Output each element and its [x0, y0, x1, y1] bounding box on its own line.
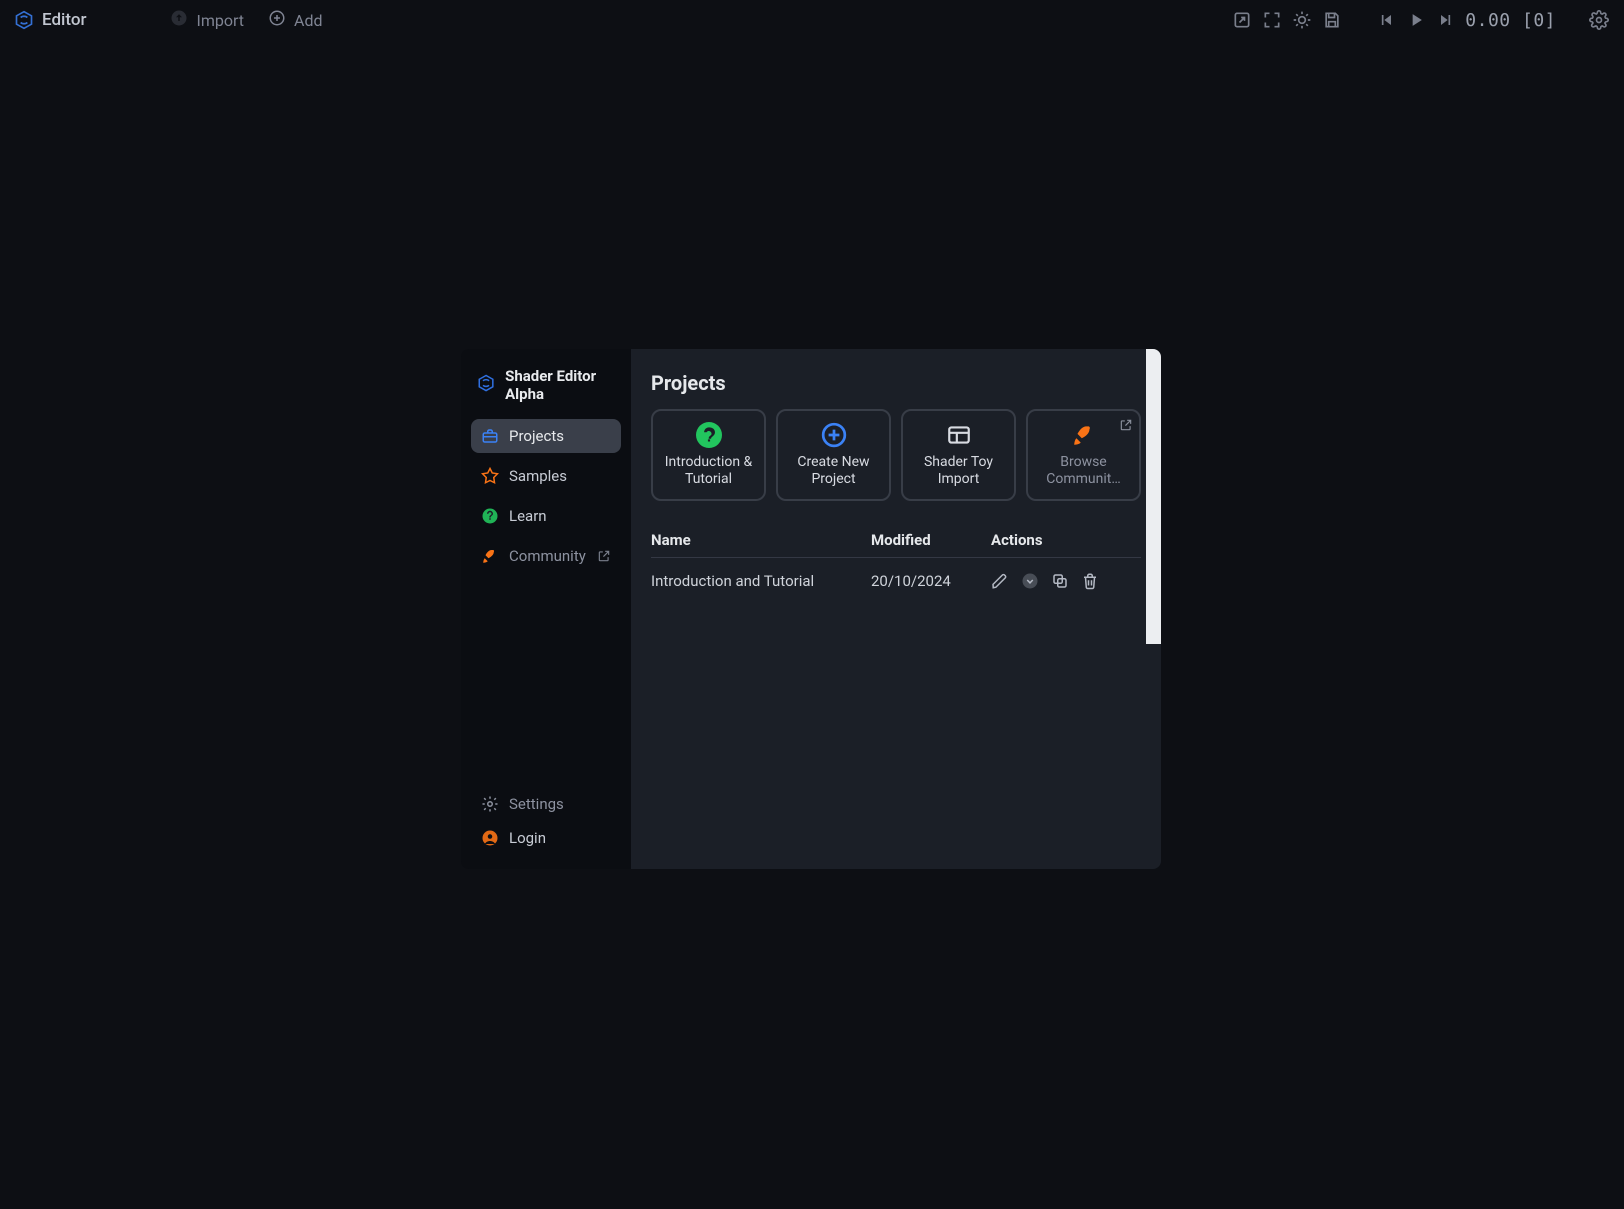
card-label: Browse Communit…	[1038, 454, 1129, 489]
sidebar-item-label: Learn	[509, 507, 547, 525]
copy-icon[interactable]	[1051, 572, 1069, 590]
modal-main: Projects Introduction & Tutorial Create …	[631, 349, 1161, 869]
external-link-icon	[597, 549, 611, 563]
help-circle-icon	[696, 422, 722, 448]
rocket-icon	[1071, 422, 1097, 448]
sidebar-item-login[interactable]: Login	[471, 821, 621, 855]
card-shadertoy-import[interactable]: Shader Toy Import	[901, 409, 1016, 501]
modal-logo-icon	[477, 374, 495, 396]
time-readout: 0.00 [0]	[1465, 10, 1556, 31]
sidebar-item-projects[interactable]: Projects	[471, 419, 621, 453]
modal-scrollbar[interactable]	[1146, 349, 1161, 644]
modal-app-title: Shader Editor Alpha	[505, 367, 615, 403]
settings-icon[interactable]	[1588, 9, 1610, 31]
card-create-project[interactable]: Create New Project	[776, 409, 891, 501]
topbar: Editor Import Add 0.00 [0]	[0, 0, 1624, 40]
app-logo-icon	[14, 10, 34, 30]
add-button[interactable]: Add	[260, 5, 330, 35]
layout-icon	[946, 422, 972, 448]
sidebar-item-label: Projects	[509, 427, 564, 445]
sidebar-item-label: Community	[509, 547, 586, 565]
skip-forward-icon[interactable]	[1435, 9, 1457, 31]
card-intro-tutorial[interactable]: Introduction & Tutorial	[651, 409, 766, 501]
page-title: Projects	[651, 371, 1141, 395]
brand: Editor	[14, 10, 86, 30]
plus-circle-icon	[821, 422, 847, 448]
import-label: Import	[196, 11, 244, 30]
gear-icon	[481, 795, 499, 813]
projects-modal: Shader Editor Alpha Projects Samples Lea…	[461, 349, 1161, 869]
external-link-icon	[1119, 417, 1133, 431]
fullscreen-icon[interactable]	[1261, 9, 1283, 31]
sidebar-item-label: Settings	[509, 795, 564, 813]
user-circle-icon	[481, 829, 499, 847]
table-row[interactable]: Introduction and Tutorial 20/10/2024	[651, 558, 1141, 604]
trash-icon[interactable]	[1081, 572, 1099, 590]
add-label: Add	[294, 11, 322, 30]
sidebar-item-label: Login	[509, 829, 546, 847]
card-label: Shader Toy Import	[913, 454, 1004, 489]
plus-circle-icon	[268, 9, 286, 31]
sidebar-item-community[interactable]: Community	[471, 539, 621, 573]
sidebar-item-label: Samples	[509, 467, 567, 485]
modal-sidebar: Shader Editor Alpha Projects Samples Lea…	[461, 349, 631, 869]
th-name: Name	[651, 531, 871, 549]
card-label: Introduction & Tutorial	[663, 454, 754, 489]
sidebar-item-learn[interactable]: Learn	[471, 499, 621, 533]
cell-name: Introduction and Tutorial	[651, 572, 871, 590]
cell-modified: 20/10/2024	[871, 572, 991, 590]
projects-table: Name Modified Actions Introduction and T…	[651, 531, 1141, 604]
sidebar-item-samples[interactable]: Samples	[471, 459, 621, 493]
card-label: Create New Project	[788, 454, 879, 489]
rocket-icon	[481, 547, 499, 565]
briefcase-icon	[481, 427, 499, 445]
save-icon[interactable]	[1321, 9, 1343, 31]
upload-circle-icon	[170, 9, 188, 31]
edit-icon[interactable]	[991, 572, 1009, 590]
app-title: Editor	[42, 10, 86, 30]
brightness-icon[interactable]	[1291, 9, 1313, 31]
th-actions: Actions	[991, 531, 1141, 549]
star-icon	[481, 467, 499, 485]
export-icon[interactable]	[1231, 9, 1253, 31]
help-circle-icon	[481, 507, 499, 525]
import-button[interactable]: Import	[162, 5, 252, 35]
th-modified: Modified	[871, 531, 991, 549]
play-icon[interactable]	[1405, 9, 1427, 31]
skip-back-icon[interactable]	[1375, 9, 1397, 31]
download-icon[interactable]	[1021, 572, 1039, 590]
sidebar-item-settings[interactable]: Settings	[471, 787, 621, 821]
card-browse-community[interactable]: Browse Communit…	[1026, 409, 1141, 501]
